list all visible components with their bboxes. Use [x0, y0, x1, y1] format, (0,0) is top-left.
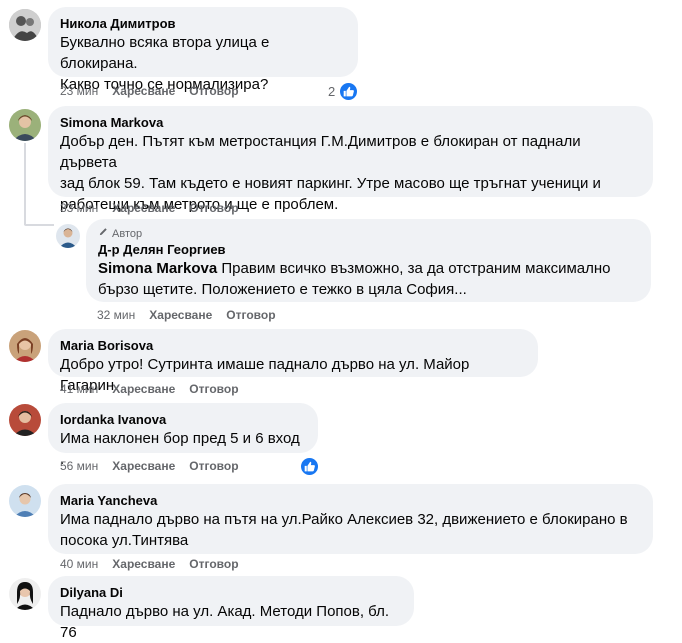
like-button[interactable]: Харесване	[149, 308, 212, 322]
comment-author[interactable]: Simona Markova	[60, 114, 641, 131]
mention-link[interactable]: Simona Markova	[98, 260, 217, 277]
reaction-badge[interactable]: 2	[328, 81, 360, 102]
comment-author[interactable]: Maria Yancheva	[60, 492, 641, 509]
reaction-count: 2	[328, 84, 336, 99]
comment-actions: 32 мин Харесване Отговор	[97, 308, 290, 322]
comment-actions: 33 мин Харесване Отговор	[60, 201, 253, 215]
reply-bubble: Автор Д-р Делян Георгиев Simona Markova …	[86, 219, 651, 302]
like-button[interactable]: Харесване	[112, 459, 175, 473]
avatar[interactable]	[56, 224, 80, 248]
like-button[interactable]: Харесване	[112, 557, 175, 571]
like-button[interactable]: Харесване	[112, 84, 175, 98]
comment-text-line: Паднало дърво на ул. Акад. Методи Попов,…	[60, 603, 394, 641]
comment-bubble: Dilyana Di Паднало дърво на ул. Акад. Ме…	[48, 576, 414, 641]
avatar[interactable]	[9, 404, 41, 436]
reply-button[interactable]: Отговор	[189, 382, 238, 396]
avatar[interactable]	[9, 9, 41, 41]
comment-time[interactable]: 56 мин	[60, 459, 98, 473]
like-icon	[299, 456, 320, 477]
comment-actions: 40 мин Харесване Отговор	[60, 557, 253, 571]
comment-bubble: Simona Markova Добър ден. Пътят към метр…	[48, 106, 653, 213]
avatar[interactable]	[9, 485, 41, 517]
comment-bubble: Iordanka Ivanova Има наклонен бор пред 5…	[48, 403, 318, 468]
reply-button[interactable]: Отговор	[226, 308, 275, 322]
pen-icon	[98, 226, 109, 241]
avatar[interactable]	[9, 578, 41, 610]
author-badge: Автор	[98, 226, 639, 241]
like-icon	[338, 81, 360, 102]
comment-author[interactable]: Dilyana Di	[60, 584, 402, 601]
comment-time[interactable]: 33 мин	[60, 201, 98, 215]
comment-bubble: Никола Димитров Буквално всяка втора ули…	[48, 7, 358, 93]
comment-text-line: Буквално всяка втора улица е блокирана.	[60, 34, 274, 72]
comment-text-line: посока ул.Тинтява	[60, 532, 189, 549]
reply-text: Правим всичко възможно, за да отстраним …	[221, 260, 611, 277]
thread-line	[24, 143, 26, 225]
comment-author[interactable]: Iordanka Ivanova	[60, 411, 306, 428]
thread-line	[24, 224, 54, 226]
comment-time[interactable]: 41 мин	[60, 382, 98, 396]
comment-time[interactable]: 40 мин	[60, 557, 98, 571]
comment-actions: 56 мин Харесване Отговор	[60, 459, 253, 473]
reply-button[interactable]: Отговор	[189, 459, 238, 473]
comment-author[interactable]: Никола Димитров	[60, 15, 346, 32]
comment-text-line: Има паднало дърво на пътя на ул.Райко Ал…	[60, 511, 628, 528]
comment-author[interactable]: Maria Borisova	[60, 337, 526, 354]
like-button[interactable]: Харесване	[112, 201, 175, 215]
reply-button[interactable]: Отговор	[189, 201, 238, 215]
comment-author[interactable]: Д-р Делян Георгиев	[98, 241, 639, 258]
reaction-badge[interactable]	[299, 456, 320, 477]
reply-button[interactable]: Отговор	[189, 84, 238, 98]
comment-actions: 23 мин Харесване Отговор	[60, 84, 253, 98]
comment-bubble: Maria Borisova Добро утро! Сутринта имаш…	[48, 329, 538, 394]
reply-button[interactable]: Отговор	[189, 557, 238, 571]
comment-time[interactable]: 32 мин	[97, 308, 135, 322]
comment-text-line: Добър ден. Пътят към метростанция Г.М.Ди…	[60, 133, 585, 171]
comment-time[interactable]: 23 мин	[60, 84, 98, 98]
comment-actions: 41 мин Харесване Отговор	[60, 382, 253, 396]
comment-text-line: бързо щетите. Положението е тежко в цяла…	[98, 281, 467, 298]
comment-bubble: Maria Yancheva Има паднало дърво на пътя…	[48, 484, 653, 554]
avatar[interactable]	[9, 109, 41, 141]
comment-text-line: Simona Markova Правим всичко възможно, з…	[98, 258, 639, 279]
like-button[interactable]: Харесване	[112, 382, 175, 396]
avatar[interactable]	[9, 330, 41, 362]
author-badge-label: Автор	[112, 227, 143, 240]
comment-text-line: зад блок 59. Там където е новият паркинг…	[60, 175, 601, 192]
